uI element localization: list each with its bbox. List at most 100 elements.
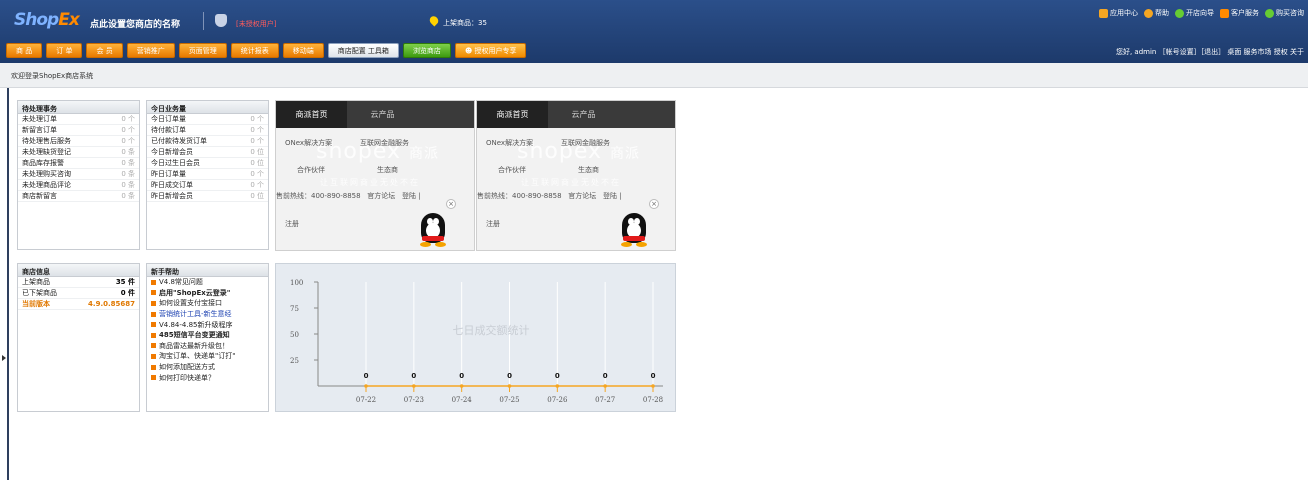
list-item[interactable]: 商品库存报警 0 条 <box>18 158 139 169</box>
consult-link[interactable]: 购买咨询 <box>1265 8 1304 18</box>
help-link[interactable]: 营销统计工具-新生意经 <box>147 309 268 320</box>
panel-title: 新手帮助 <box>147 264 268 277</box>
help-link[interactable]: 485短信平台变更通知 <box>147 330 268 341</box>
qq-penguin-icon[interactable] <box>416 213 450 247</box>
promo-link[interactable]: 互联网金融服务 <box>360 138 409 148</box>
forum-link[interactable]: 官方论坛 <box>367 192 395 200</box>
close-icon[interactable]: × <box>649 199 659 209</box>
bullet-icon <box>151 300 156 306</box>
exclusive-button[interactable]: ☻ 授权用户专享 <box>454 43 527 58</box>
user-bar[interactable]: 您好, admin ［帐号设置］［退出］ 桌面 服务市场 授权 关于 <box>1116 47 1304 57</box>
list-item[interactable]: 未处理商品评论 0 条 <box>18 180 139 191</box>
list-item[interactable]: 今日订单量 0 个 <box>147 114 268 125</box>
bullet-icon <box>151 375 156 381</box>
login-link[interactable]: 登陆 <box>402 192 416 200</box>
promo-tabs: 商派首页 云产品 <box>477 101 675 128</box>
help-label: 如何打印快递单？ <box>159 373 215 382</box>
row-label: 当前版本 <box>22 300 50 308</box>
shopex-logo[interactable]: ShopEx <box>14 10 80 30</box>
nav-marketing[interactable]: 营销推广 <box>126 43 175 58</box>
list-item[interactable]: 昨日成交订单 0 个 <box>147 180 268 191</box>
nav-members[interactable]: 会 员 <box>86 43 123 58</box>
guide-icon <box>1175 8 1184 18</box>
list-item[interactable]: 未处理订单 0 个 <box>18 114 139 125</box>
browse-store-button[interactable]: 浏览商店 <box>402 43 451 58</box>
bullet-icon <box>151 332 156 338</box>
row-value: 0 个 <box>121 115 135 123</box>
nav-goods[interactable]: 商 品 <box>6 43 43 58</box>
promo-link[interactable]: ONex解决方案 <box>285 138 332 148</box>
list-item[interactable]: 已付款待发货订单 0 个 <box>147 136 268 147</box>
help-link[interactable]: 如何添加配送方式 <box>147 362 268 373</box>
help-link[interactable]: 商品雷达最新升级包！ <box>147 341 268 352</box>
promo-link[interactable]: 合作伙伴 <box>498 165 526 175</box>
app-center-link[interactable]: 应用中心 <box>1099 8 1138 18</box>
help-label: 淘宝订单、快递单"订打" <box>159 352 236 361</box>
data-label: 0 <box>555 372 560 380</box>
y-tick-label: 50 <box>290 331 299 339</box>
list-item[interactable]: 昨日新增会员 0 位 <box>147 191 268 202</box>
guide-link[interactable]: 开店向导 <box>1175 8 1214 18</box>
data-label: 0 <box>603 372 608 380</box>
list-item[interactable]: 已下架商品 0 件 <box>18 288 139 299</box>
list-item[interactable]: 商店新留言 0 条 <box>18 191 139 202</box>
promo-link[interactable]: 生态商 <box>578 165 599 175</box>
nav-reports[interactable]: 统计报表 <box>230 43 279 58</box>
tab-cloud[interactable]: 云产品 <box>347 101 418 128</box>
row-label: 昨日成交订单 <box>151 181 193 189</box>
forum-link[interactable]: 官方论坛 <box>568 192 596 200</box>
list-item[interactable]: 今日新增会员 0 位 <box>147 147 268 158</box>
list-item[interactable]: 上架商品 35 件 <box>18 277 139 288</box>
list-item[interactable]: 新留言订单 0 个 <box>18 125 139 136</box>
close-icon[interactable]: × <box>446 199 456 209</box>
qq-penguin-icon[interactable] <box>617 213 651 247</box>
list-item[interactable]: 未处理缺货登记 0 条 <box>18 147 139 158</box>
login-link[interactable]: 登陆 <box>603 192 617 200</box>
shop-name-link[interactable]: 点此设置您商店的名称 <box>90 17 180 30</box>
promo-link[interactable]: 互联网金融服务 <box>561 138 610 148</box>
help-link[interactable]: 如何设置支付宝接口 <box>147 298 268 309</box>
tab-cloud[interactable]: 云产品 <box>548 101 619 128</box>
list-item[interactable]: 未处理购买咨询 0 条 <box>18 169 139 180</box>
help-link[interactable]: 如何打印快递单？ <box>147 372 268 383</box>
chart-title: 七日成交额统计 <box>453 323 530 337</box>
tab-shopex-home[interactable]: 商派首页 <box>276 101 347 128</box>
list-item[interactable]: 待付款订单 0 个 <box>147 125 268 136</box>
list-item[interactable]: 今日过生日会员 0 位 <box>147 158 268 169</box>
help-icon <box>1144 8 1153 18</box>
help-link[interactable]: V4.8常见问题 <box>147 277 268 288</box>
row-value: 0 个 <box>250 181 264 189</box>
today-panel: 今日业务量 今日订单量 0 个 待付款订单 0 个 已付款待发货订单 0 个 今日新增… <box>146 100 269 250</box>
promo-slogan: 让互联网商业无处不在 <box>521 178 621 187</box>
help-label: 如何设置支付宝接口 <box>159 299 222 308</box>
row-value: 0 个 <box>250 126 264 134</box>
help-label: 485短信平台变更通知 <box>159 331 230 340</box>
help-link[interactable]: 启用"ShopEx云登录" <box>147 288 268 299</box>
row-label: 已付款待发货订单 <box>151 137 207 145</box>
row-value: 0 条 <box>121 148 135 156</box>
help-link[interactable]: 帮助 <box>1144 8 1169 18</box>
register-link[interactable]: 注册 <box>285 219 299 229</box>
help-link[interactable]: 淘宝订单、快递单"订打" <box>147 351 268 362</box>
expand-arrow-icon[interactable] <box>2 355 6 361</box>
nav-orders[interactable]: 订 单 <box>46 43 83 58</box>
nav-pages[interactable]: 页面管理 <box>178 43 227 58</box>
promo-link[interactable]: 生态商 <box>377 165 398 175</box>
license-status[interactable]: [未授权用户] <box>236 19 276 29</box>
list-item[interactable]: 昨日订单量 0 个 <box>147 169 268 180</box>
row-label: 商店新留言 <box>22 192 57 200</box>
nav-tools[interactable]: 商店配置 工具箱 <box>327 43 399 58</box>
bullet-icon <box>151 290 156 296</box>
row-label: 未处理缺货登记 <box>22 148 71 156</box>
help-label: V4.84-4.85新升级程序 <box>159 320 233 329</box>
service-link[interactable]: 客户服务 <box>1220 8 1259 18</box>
nav-mobile[interactable]: 移动端 <box>282 43 324 58</box>
data-label: 0 <box>507 372 512 380</box>
tab-shopex-home[interactable]: 商派首页 <box>477 101 548 128</box>
register-link[interactable]: 注册 <box>486 219 500 229</box>
help-link[interactable]: V4.84-4.85新升级程序 <box>147 319 268 330</box>
promo-link[interactable]: 合作伙伴 <box>297 165 325 175</box>
exclusive-label: 授权用户专享 <box>474 47 517 55</box>
list-item[interactable]: 待处理售后服务 0 个 <box>18 136 139 147</box>
promo-link[interactable]: ONex解决方案 <box>486 138 533 148</box>
